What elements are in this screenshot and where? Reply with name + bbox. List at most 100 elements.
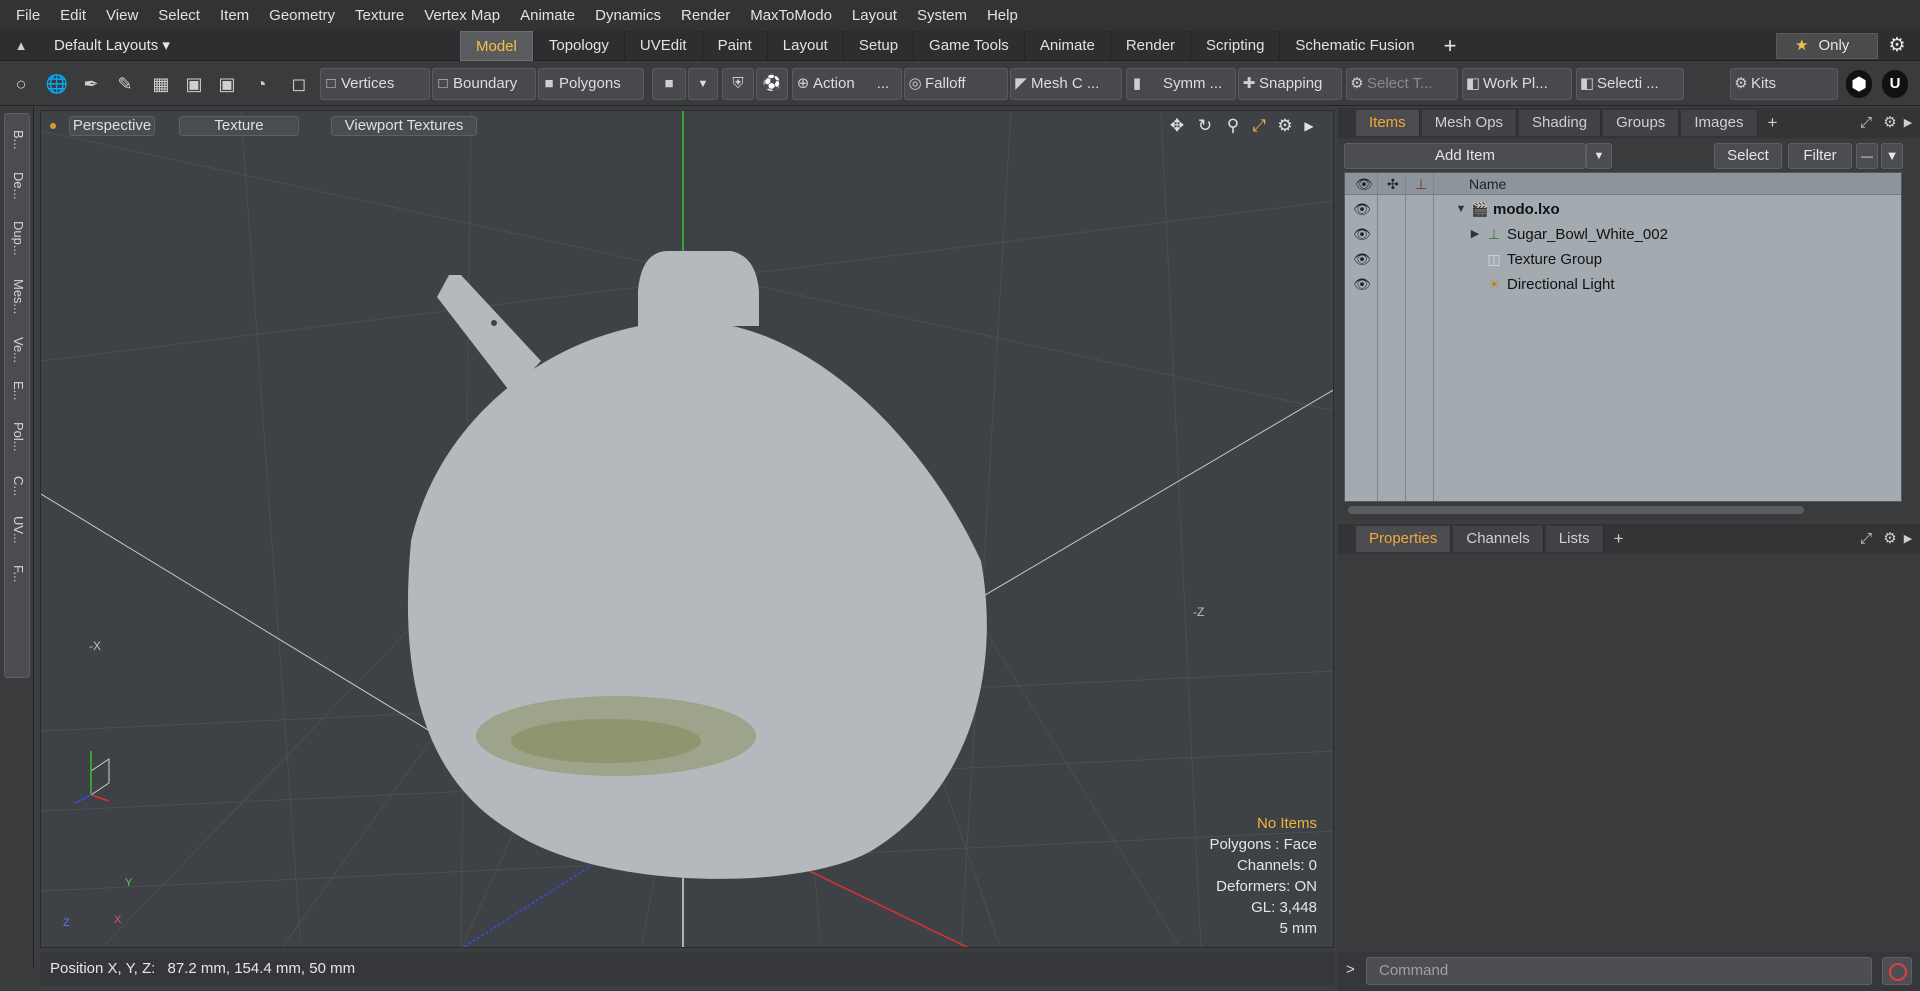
tab-channels[interactable]: Channels <box>1453 526 1544 552</box>
tab-game-tools[interactable]: Game Tools <box>913 31 1024 61</box>
menu-select[interactable]: Select <box>148 0 210 31</box>
grid-icon[interactable]: ▦ <box>148 70 174 98</box>
collapse-up-icon[interactable]: ▲ <box>12 38 30 54</box>
menu-item[interactable]: Item <box>210 0 259 31</box>
menu-texture[interactable]: Texture <box>345 0 414 31</box>
visibility-eye-icon[interactable]: 👁 <box>1353 201 1371 217</box>
mesh-constraint-button[interactable]: ◤ Mesh C ... <box>1010 68 1122 100</box>
square-circle-icon[interactable]: ▣ <box>214 70 240 98</box>
viewport-options-dot[interactable] <box>50 123 56 129</box>
tab-layout[interactable]: Layout <box>766 31 843 61</box>
crosshair-grid-icon[interactable]: ▣ <box>181 70 207 98</box>
add-panel-tab-button[interactable]: + <box>1760 113 1786 133</box>
expand-panel-icon[interactable]: ⤢ <box>1856 113 1876 133</box>
shield-icon[interactable]: ◻ <box>286 70 312 98</box>
panel-menu-arrow-icon[interactable]: ▶ <box>1898 113 1918 133</box>
vtab-mesh-edit[interactable]: Mes... <box>7 268 29 326</box>
clock-icon[interactable]: ◔ <box>248 70 274 98</box>
menu-file[interactable]: File <box>6 0 50 31</box>
item-row-modo-lxo[interactable]: 👁 ▼ 🎬 modo.lxo <box>1345 197 1901 222</box>
menu-dynamics[interactable]: Dynamics <box>585 0 671 31</box>
collapse-arrow-icon[interactable]: ▼ <box>1455 201 1467 217</box>
menu-edit[interactable]: Edit <box>50 0 96 31</box>
symmetry-button[interactable]: ▮ Symm ... <box>1126 68 1236 100</box>
tab-items[interactable]: Items <box>1356 110 1420 136</box>
expand-arrow-icon[interactable]: ▶ <box>1469 226 1481 242</box>
falloff-button[interactable]: ◎ Falloff <box>904 68 1008 100</box>
vertices-button[interactable]: □ Vertices <box>320 68 430 100</box>
vtab-vertex[interactable]: Ve... <box>7 330 29 370</box>
item-mode-dropdown[interactable]: ▼ <box>688 68 718 100</box>
tab-animate[interactable]: Animate <box>1023 31 1110 61</box>
locator-column-icon[interactable]: ⊥ <box>1415 173 1427 195</box>
command-input[interactable]: Command <box>1366 957 1872 985</box>
filter-button[interactable]: Filter <box>1788 143 1852 169</box>
tab-render[interactable]: Render <box>1109 31 1190 61</box>
gear-icon[interactable]: ⚙ <box>1886 35 1908 57</box>
viewport-textures-button[interactable]: Viewport Textures <box>331 116 477 136</box>
tab-mesh-ops[interactable]: Mesh Ops <box>1421 110 1518 136</box>
item-row-sugar-bowl[interactable]: 👁 ▶ ⊥ Sugar_Bowl_White_002 <box>1345 222 1901 247</box>
menu-view[interactable]: View <box>96 0 148 31</box>
menu-render[interactable]: Render <box>671 0 740 31</box>
3d-viewport[interactable]: Y X Z -X -Z Perspective Texture Viewport… <box>40 110 1334 948</box>
move-view-icon[interactable]: ✥ <box>1166 115 1188 137</box>
item-list[interactable]: 👁 ✣ ⊥ Name 👁 ▼ 🎬 modo.lxo 👁 ▶ ⊥ Sugar_Bo… <box>1344 172 1902 502</box>
polygons-button[interactable]: ■ Polygons <box>538 68 644 100</box>
funnel-filter-button[interactable]: ▼ <box>1881 143 1903 169</box>
rotate-view-icon[interactable]: ↻ <box>1194 115 1216 137</box>
vtab-fusion[interactable]: F... <box>7 554 29 594</box>
kits-button[interactable]: ⚙ Kits <box>1730 68 1838 100</box>
menu-animate[interactable]: Animate <box>510 0 585 31</box>
menu-system[interactable]: System <box>907 0 977 31</box>
menu-geometry[interactable]: Geometry <box>259 0 345 31</box>
zoom-view-icon[interactable]: ⚲ <box>1222 115 1244 137</box>
item-row-directional-light[interactable]: 👁 ☀ Directional Light <box>1345 272 1901 297</box>
vtab-curve[interactable]: C... <box>7 466 29 506</box>
menu-layout[interactable]: Layout <box>842 0 907 31</box>
visibility-eye-icon[interactable]: 👁 <box>1353 276 1371 292</box>
panel-menu-arrow-icon[interactable]: ▶ <box>1898 529 1918 549</box>
item-row-texture-group[interactable]: 👁 ◫ Texture Group <box>1345 247 1901 272</box>
tab-lists[interactable]: Lists <box>1545 526 1604 552</box>
unreal-icon[interactable]: U <box>1882 70 1908 98</box>
tab-properties[interactable]: Properties <box>1356 526 1452 552</box>
tab-topology[interactable]: Topology <box>532 31 624 61</box>
tab-shading[interactable]: Shading <box>1519 110 1602 136</box>
expand-panel-icon[interactable]: ⤢ <box>1856 529 1876 549</box>
layouts-dropdown[interactable]: Default Layouts ▾ <box>54 31 170 61</box>
vtab-basic[interactable]: B... <box>7 120 29 160</box>
snapping-button[interactable]: ✚ Snapping <box>1238 68 1342 100</box>
viewport-menu-arrow-icon[interactable]: ▶ <box>1298 115 1320 137</box>
tab-paint[interactable]: Paint <box>701 31 767 61</box>
brush-icon[interactable]: ✎ <box>112 70 138 98</box>
panel-gear-icon[interactable]: ⚙ <box>1880 529 1900 549</box>
shading-mode-button[interactable]: Texture <box>179 116 299 136</box>
vtab-uv[interactable]: UV... <box>7 510 29 550</box>
vtab-polygon[interactable]: Pol... <box>7 412 29 462</box>
work-plane-button[interactable]: ◧ Work Pl... <box>1462 68 1572 100</box>
collapse-list-button[interactable]: — <box>1856 143 1878 169</box>
panel-gear-icon[interactable]: ⚙ <box>1880 113 1900 133</box>
menu-maxtomodo[interactable]: MaxToModo <box>740 0 842 31</box>
selection-sets-button[interactable]: ◧ Selecti ... <box>1576 68 1684 100</box>
tab-groups[interactable]: Groups <box>1603 110 1680 136</box>
lock-column-icon[interactable]: ✣ <box>1387 173 1399 195</box>
item-list-scrollbar[interactable] <box>1344 504 1902 516</box>
tab-schematic-fusion[interactable]: Schematic Fusion <box>1279 31 1429 61</box>
select-button[interactable]: Select <box>1714 143 1782 169</box>
pen-icon[interactable]: ✒ <box>78 70 104 98</box>
view-mode-button[interactable]: Perspective <box>69 116 155 136</box>
vtab-duplicate[interactable]: Dup... <box>7 212 29 264</box>
tab-setup[interactable]: Setup <box>842 31 913 61</box>
shield-blue-button[interactable]: ⛨ <box>722 68 754 100</box>
tab-scripting[interactable]: Scripting <box>1190 31 1279 61</box>
menu-vertex-map[interactable]: Vertex Map <box>414 0 510 31</box>
tab-uvedit[interactable]: UVEdit <box>623 31 702 61</box>
visibility-eye-icon[interactable]: 👁 <box>1353 226 1371 242</box>
action-button[interactable]: ⊕ Action... <box>792 68 902 100</box>
only-toggle-button[interactable]: ★ Only <box>1776 33 1878 59</box>
item-mode-button[interactable]: ■ <box>652 68 686 100</box>
menu-help[interactable]: Help <box>977 0 1028 31</box>
scrollbar-thumb[interactable] <box>1348 506 1804 514</box>
